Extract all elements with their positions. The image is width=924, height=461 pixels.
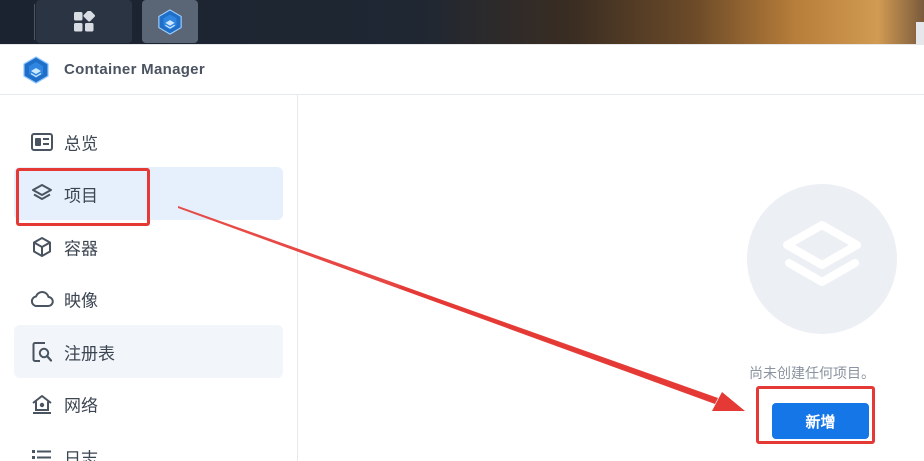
network-home-icon [30,392,54,416]
container-manager-icon [158,8,182,35]
create-project-button[interactable]: 新增 [772,403,869,439]
sidebar-item-registry[interactable]: 注册表 [14,325,283,378]
window-titlebar: Container Manager [0,45,924,95]
sidebar-item-overview[interactable]: 总览 [14,115,283,168]
app-window: Container Manager 总览 项目 容器 映像 注册表 网络 日志 … [0,44,924,461]
registry-search-icon [30,340,54,364]
sidebar-item-projects[interactable]: 项目 [14,167,283,220]
taskbar-edge [916,22,924,44]
sidebar-item-label: 日志 [64,449,98,461]
sidebar-item-label: 项目 [64,186,98,205]
sidebar-item-label: 注册表 [64,344,115,363]
cloud-icon [30,287,54,311]
empty-state-message: 尚未创建任何项目。 [749,365,875,381]
taskbar-app-container-manager[interactable] [142,0,198,43]
sidebar-item-network[interactable]: 网络 [14,377,283,430]
sidebar-item-containers[interactable]: 容器 [14,220,283,273]
taskbar-divider [34,4,35,40]
sidebar: 总览 项目 容器 映像 注册表 网络 日志 [0,95,298,461]
main-menu-button[interactable] [36,0,132,43]
sidebar-item-images[interactable]: 映像 [14,272,283,325]
layers-icon [783,221,861,286]
sidebar-item-label: 映像 [64,291,98,310]
container-manager-icon [23,56,49,84]
grid-icon [74,10,95,31]
sidebar-item-label: 容器 [64,239,98,258]
overview-icon [30,130,54,154]
taskbar [0,0,924,44]
sidebar-item-label: 总览 [64,134,98,153]
list-icon [30,445,54,461]
main-content: 尚未创建任何项目。 新增 [299,95,924,461]
window-title: Container Manager [64,61,205,78]
sidebar-item-label: 网络 [64,396,98,415]
layers-icon [30,182,54,206]
empty-state-illustration [747,184,897,334]
cube-icon [30,235,54,259]
sidebar-item-logs[interactable]: 日志 [14,430,283,461]
